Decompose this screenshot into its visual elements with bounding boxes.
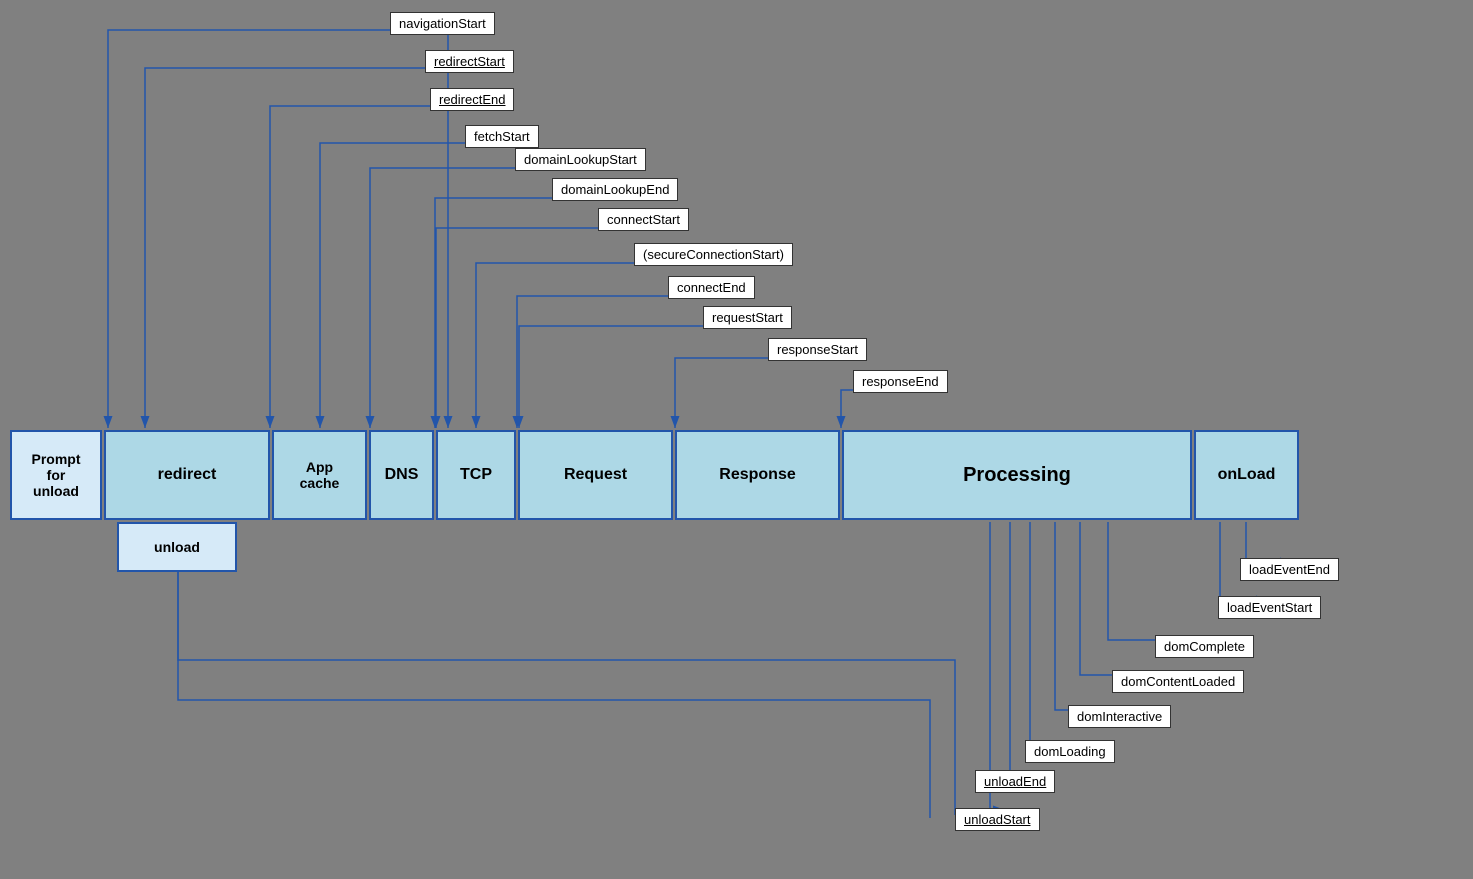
milestone-requestStart: requestStart (703, 306, 792, 329)
milestone-domInteractive: domInteractive (1068, 705, 1171, 728)
phase-redirect: redirect (104, 430, 270, 520)
milestone-navigationStart: navigationStart (390, 12, 495, 35)
milestone-loadEventEnd: loadEventEnd (1240, 558, 1339, 581)
milestone-domComplete: domComplete (1155, 635, 1254, 658)
phase-prompt: Prompt for unload (10, 430, 102, 520)
milestone-unloadEnd: unloadEnd (975, 770, 1055, 793)
milestone-domLoading: domLoading (1025, 740, 1115, 763)
phase-onload: onLoad (1194, 430, 1299, 520)
milestone-unloadStart: unloadStart (955, 808, 1040, 831)
milestone-loadEventStart: loadEventStart (1218, 596, 1321, 619)
phase-processing: Processing (842, 430, 1192, 520)
phase-response: Response (675, 430, 840, 520)
milestone-redirectStart: redirectStart (425, 50, 514, 73)
milestone-connectStart: connectStart (598, 208, 689, 231)
milestone-domainLookupEnd: domainLookupEnd (552, 178, 678, 201)
phase-dns: DNS (369, 430, 434, 520)
milestone-fetchStart: fetchStart (465, 125, 539, 148)
phase-request: Request (518, 430, 673, 520)
milestone-connectEnd: connectEnd (668, 276, 755, 299)
diagram-container: navigationStart redirectStart redirectEn… (0, 0, 1473, 879)
phase-appcache: App cache (272, 430, 367, 520)
milestone-domainLookupStart: domainLookupStart (515, 148, 646, 171)
milestone-responseEnd: responseEnd (853, 370, 948, 393)
milestone-domContentLoaded: domContentLoaded (1112, 670, 1244, 693)
milestone-responseStart: responseStart (768, 338, 867, 361)
phase-tcp: TCP (436, 430, 516, 520)
phase-unload: unload (117, 522, 237, 572)
milestone-redirectEnd: redirectEnd (430, 88, 514, 111)
milestone-secureConnectionStart: (secureConnectionStart) (634, 243, 793, 266)
